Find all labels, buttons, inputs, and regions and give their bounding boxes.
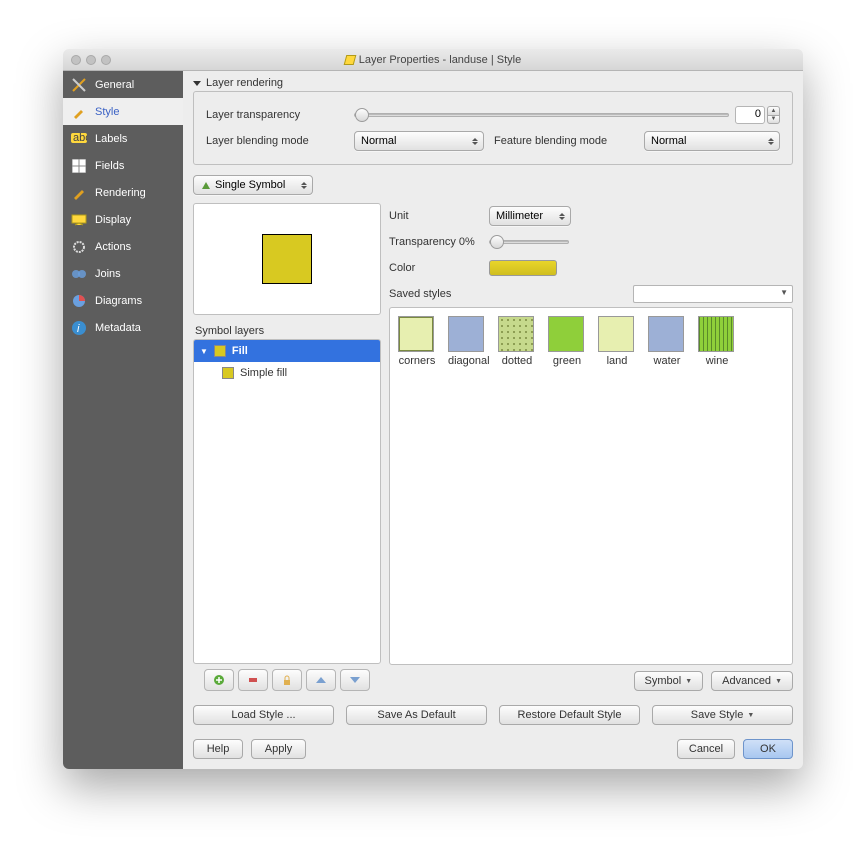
fill-swatch-icon bbox=[214, 345, 226, 357]
tree-item-simple-fill[interactable]: Simple fill bbox=[194, 362, 380, 384]
apply-button[interactable]: Apply bbox=[251, 739, 306, 759]
save-style-button[interactable]: Save Style bbox=[652, 705, 793, 725]
slider-thumb[interactable] bbox=[355, 108, 369, 122]
move-down-button[interactable] bbox=[340, 669, 370, 691]
style-swatch-dotted[interactable]: dotted bbox=[498, 316, 536, 367]
symbol-icon bbox=[200, 179, 212, 191]
help-button[interactable]: Help bbox=[193, 739, 243, 759]
sidebar-label: General bbox=[95, 79, 134, 91]
symbol-layers-tree[interactable]: ▼ Fill Simple fill bbox=[193, 339, 381, 664]
sidebar-label: Metadata bbox=[95, 322, 141, 334]
add-layer-button[interactable] bbox=[204, 669, 234, 691]
sym-transparency-label: Transparency 0% bbox=[389, 236, 489, 248]
window-title: Layer Properties - landuse | Style bbox=[63, 54, 803, 66]
sidebar-label: Rendering bbox=[95, 187, 146, 199]
transparency-slider[interactable] bbox=[354, 113, 729, 117]
symbol-dropdown-button[interactable]: Symbol bbox=[634, 671, 704, 691]
remove-layer-button[interactable] bbox=[238, 669, 268, 691]
save-as-default-button[interactable]: Save As Default bbox=[346, 705, 487, 725]
sidebar-label: Diagrams bbox=[95, 295, 142, 307]
style-swatch-water[interactable]: water bbox=[648, 316, 686, 367]
sidebar-item-display[interactable]: Display bbox=[63, 206, 183, 233]
app-icon bbox=[343, 55, 356, 65]
section-header[interactable]: Layer rendering bbox=[183, 71, 803, 91]
transparency-label: Layer transparency bbox=[206, 109, 354, 121]
transparency-value[interactable]: 0 bbox=[735, 106, 765, 124]
sidebar-item-actions[interactable]: Actions bbox=[63, 233, 183, 260]
joins-icon bbox=[71, 266, 87, 282]
sidebar-label: Joins bbox=[95, 268, 121, 280]
saved-styles-grid[interactable]: corners diagonal dotted green land water… bbox=[389, 307, 793, 665]
sidebar-item-fields[interactable]: Fields bbox=[63, 152, 183, 179]
svg-text:abc: abc bbox=[73, 133, 87, 144]
sidebar-item-joins[interactable]: Joins bbox=[63, 260, 183, 287]
symbol-layer-tools bbox=[193, 664, 381, 693]
tree-item-fill[interactable]: ▼ Fill bbox=[194, 340, 380, 362]
cancel-button[interactable]: Cancel bbox=[677, 739, 735, 759]
title-text: Layer Properties - landuse | Style bbox=[359, 54, 521, 66]
general-icon bbox=[71, 77, 87, 93]
layer-rendering-panel: Layer transparency 0 ▲▼ Layer blending m… bbox=[193, 91, 793, 165]
section-label: Layer rendering bbox=[206, 77, 283, 89]
expand-icon: ▼ bbox=[200, 347, 208, 356]
layer-blend-combo[interactable]: Normal bbox=[354, 131, 484, 151]
diagrams-icon bbox=[71, 293, 87, 309]
style-swatch-diagonal[interactable]: diagonal bbox=[448, 316, 486, 367]
content: Layer rendering Layer transparency 0 ▲▼ … bbox=[183, 71, 803, 769]
load-style-button[interactable]: Load Style ... bbox=[193, 705, 334, 725]
sidebar-label: Style bbox=[95, 106, 119, 118]
style-swatch-land[interactable]: land bbox=[598, 316, 636, 367]
saved-styles-combo[interactable] bbox=[633, 285, 793, 303]
sidebar-item-metadata[interactable]: i Metadata bbox=[63, 314, 183, 341]
symbol-layers-label: Symbol layers bbox=[195, 325, 381, 337]
symbol-preview bbox=[193, 203, 381, 315]
saved-styles-label: Saved styles bbox=[389, 288, 489, 300]
sidebar-label: Display bbox=[95, 214, 131, 226]
unit-combo[interactable]: Millimeter bbox=[489, 206, 571, 226]
preview-swatch bbox=[262, 234, 312, 284]
slider-thumb[interactable] bbox=[490, 235, 504, 249]
actions-icon bbox=[71, 239, 87, 255]
transparency-stepper[interactable]: ▲▼ bbox=[767, 106, 780, 124]
sidebar-item-general[interactable]: General bbox=[63, 71, 183, 98]
display-icon bbox=[71, 212, 87, 228]
feature-blend-label: Feature blending mode bbox=[494, 135, 644, 147]
sidebar-item-style[interactable]: Style bbox=[63, 98, 183, 125]
ok-button[interactable]: OK bbox=[743, 739, 793, 759]
style-icon bbox=[71, 104, 87, 120]
labels-icon: abc bbox=[71, 131, 87, 147]
metadata-icon: i bbox=[71, 320, 87, 336]
sidebar-item-diagrams[interactable]: Diagrams bbox=[63, 287, 183, 314]
style-swatch-corners[interactable]: corners bbox=[398, 316, 436, 367]
disclosure-triangle-icon bbox=[193, 81, 201, 86]
color-button[interactable] bbox=[489, 260, 557, 276]
fill-swatch-icon bbox=[222, 367, 234, 379]
sidebar-label: Labels bbox=[95, 133, 127, 145]
feature-blend-combo[interactable]: Normal bbox=[644, 131, 780, 151]
move-up-button[interactable] bbox=[306, 669, 336, 691]
style-swatch-wine[interactable]: wine bbox=[698, 316, 736, 367]
restore-default-button[interactable]: Restore Default Style bbox=[499, 705, 640, 725]
style-swatch-green[interactable]: green bbox=[548, 316, 586, 367]
rendering-icon bbox=[71, 185, 87, 201]
layer-blend-label: Layer blending mode bbox=[206, 135, 354, 147]
renderer-type-combo[interactable]: Single Symbol bbox=[193, 175, 313, 195]
sidebar-label: Fields bbox=[95, 160, 124, 172]
titlebar: Layer Properties - landuse | Style bbox=[63, 49, 803, 71]
sidebar-item-labels[interactable]: abc Labels bbox=[63, 125, 183, 152]
sidebar-label: Actions bbox=[95, 241, 131, 253]
fields-icon bbox=[71, 158, 87, 174]
unit-label: Unit bbox=[389, 210, 489, 222]
sidebar-item-rendering[interactable]: Rendering bbox=[63, 179, 183, 206]
advanced-dropdown-button[interactable]: Advanced bbox=[711, 671, 793, 691]
sym-transparency-slider[interactable] bbox=[489, 240, 569, 244]
lock-layer-button[interactable] bbox=[272, 669, 302, 691]
sidebar: General Style abc Labels Fields Renderin… bbox=[63, 71, 183, 769]
color-label: Color bbox=[389, 262, 489, 274]
window: Layer Properties - landuse | Style Gener… bbox=[63, 49, 803, 769]
